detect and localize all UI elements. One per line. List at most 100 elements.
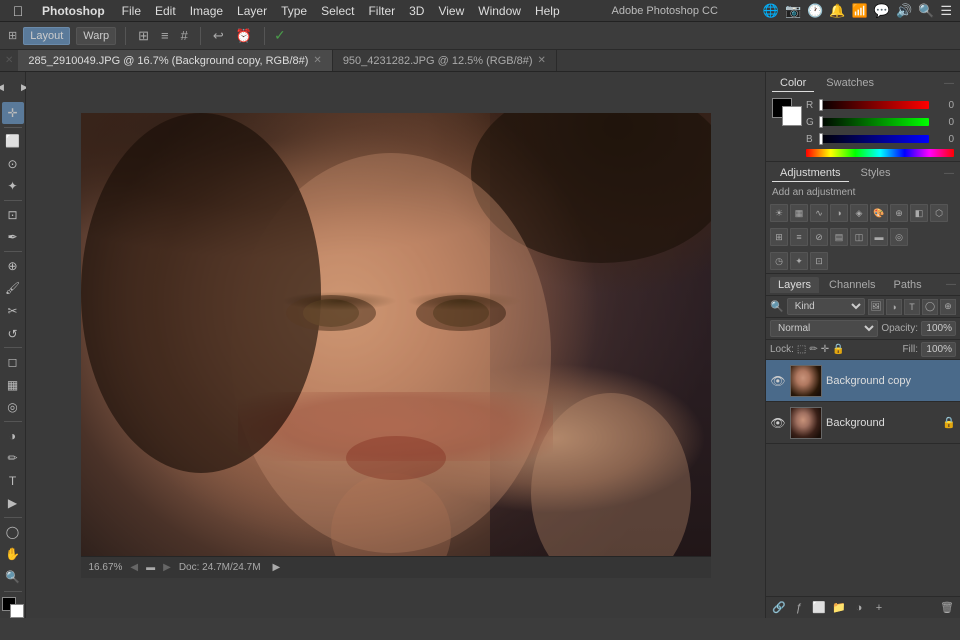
filter-type-btn[interactable]: T bbox=[904, 299, 920, 315]
search-icon[interactable]: 🔍 bbox=[918, 3, 934, 19]
channels-tab[interactable]: Channels bbox=[821, 277, 883, 293]
apple-icon[interactable]:  bbox=[0, 3, 36, 19]
lock-transparent-btn[interactable]: ⬚ bbox=[797, 344, 806, 355]
undo-icon[interactable]: ↩ bbox=[210, 28, 227, 44]
tool-toggle-arrow[interactable]: ◀ bbox=[0, 76, 12, 98]
tool-brush[interactable]: 🖌 bbox=[2, 278, 24, 300]
layer-visibility-2[interactable]: 👁 bbox=[770, 415, 786, 431]
paths-tab[interactable]: Paths bbox=[886, 277, 930, 293]
tab-2-close[interactable]: ✕ bbox=[538, 55, 546, 66]
channel-mixer-btn[interactable]: ⊞ bbox=[770, 228, 788, 246]
grid-icon[interactable]: ⊞ bbox=[135, 28, 152, 44]
menu-file[interactable]: File bbox=[115, 4, 148, 18]
vibrance-btn[interactable]: ◈ bbox=[850, 204, 868, 222]
tool-pen[interactable]: ✏ bbox=[2, 447, 24, 469]
tool-magic-wand[interactable]: ✦ bbox=[2, 176, 24, 198]
delete-layer-btn[interactable]: 🗑 bbox=[938, 599, 956, 617]
adj-panel-collapse[interactable]: — bbox=[944, 168, 954, 179]
menu-icon[interactable]: ☰ bbox=[940, 3, 952, 19]
tab-1[interactable]: 285_2910049.JPG @ 16.7% (Background copy… bbox=[18, 50, 332, 71]
green-value[interactable]: 0 bbox=[932, 117, 954, 128]
tool-zoom[interactable]: 🔍 bbox=[2, 566, 24, 588]
hsl-btn[interactable]: 🎨 bbox=[870, 204, 888, 222]
blend-mode-select[interactable]: Normal bbox=[770, 320, 878, 337]
tool-path-select[interactable]: ▶ bbox=[2, 492, 24, 514]
photo-filter-btn[interactable]: ⬡ bbox=[930, 204, 948, 222]
tool-eyedropper[interactable]: ✒ bbox=[2, 227, 24, 249]
nav-next[interactable]: ▶ bbox=[163, 562, 171, 573]
levels-btn[interactable]: ▦ bbox=[790, 204, 808, 222]
blue-value[interactable]: 0 bbox=[932, 134, 954, 145]
background-color[interactable] bbox=[10, 604, 24, 618]
confirm-icon[interactable]: ✓ bbox=[274, 27, 286, 44]
lock-position-btn[interactable]: ✛ bbox=[821, 344, 829, 355]
hash-icon[interactable]: # bbox=[178, 28, 191, 43]
selective-color-btn[interactable]: ◎ bbox=[890, 228, 908, 246]
invert-btn[interactable]: ⊘ bbox=[810, 228, 828, 246]
tool-clone[interactable]: ✂ bbox=[2, 300, 24, 322]
menu-image[interactable]: Image bbox=[183, 4, 230, 18]
blue-slider[interactable] bbox=[819, 135, 929, 143]
layers-tab[interactable]: Layers bbox=[770, 277, 819, 293]
green-slider[interactable] bbox=[819, 118, 929, 126]
warp-button[interactable]: Warp bbox=[76, 27, 116, 45]
filter-shape-btn[interactable]: ◯ bbox=[922, 299, 938, 315]
new-layer-btn[interactable]: + bbox=[870, 599, 888, 617]
opacity-input[interactable] bbox=[921, 321, 956, 336]
gradient-map-btn[interactable]: ▬ bbox=[870, 228, 888, 246]
menu-filter[interactable]: Filter bbox=[361, 4, 402, 18]
filter-pixel-btn[interactable]: 🖼 bbox=[868, 299, 884, 315]
color-lookup-btn[interactable]: ≡ bbox=[790, 228, 808, 246]
link-layers-btn[interactable]: 🔗 bbox=[770, 599, 788, 617]
new-adjustment-btn[interactable]: ◑ bbox=[850, 599, 868, 617]
tool-healing[interactable]: ⊕ bbox=[2, 255, 24, 277]
tool-shape[interactable]: ◯ bbox=[2, 521, 24, 543]
threshold-btn[interactable]: ◫ bbox=[850, 228, 868, 246]
menu-layer[interactable]: Layer bbox=[230, 4, 274, 18]
fill-input[interactable] bbox=[921, 342, 956, 357]
red-value[interactable]: 0 bbox=[932, 100, 954, 111]
menu-help[interactable]: Help bbox=[528, 4, 567, 18]
layers-panel-collapse[interactable]: — bbox=[946, 279, 956, 290]
tab-2[interactable]: 950_4231282.JPG @ 12.5% (RGB/8#) ✕ bbox=[333, 50, 557, 71]
tool-eraser[interactable]: ◻ bbox=[2, 351, 24, 373]
nav-prev[interactable]: ◀ bbox=[130, 562, 138, 573]
canvas-image[interactable] bbox=[81, 113, 711, 578]
layout-button[interactable]: Layout bbox=[23, 27, 70, 45]
play-button[interactable]: ▶ bbox=[273, 562, 281, 573]
filter-type-select[interactable]: Kind bbox=[787, 298, 865, 315]
tool-dodge[interactable]: ◑ bbox=[2, 425, 24, 447]
tool-rect-select[interactable]: ⬜ bbox=[2, 131, 24, 153]
red-slider[interactable] bbox=[819, 101, 929, 109]
background-color-swatch[interactable] bbox=[782, 106, 802, 126]
posterize-btn[interactable]: ▤ bbox=[830, 228, 848, 246]
add-style-btn[interactable]: ƒ bbox=[790, 599, 808, 617]
lock-all-btn[interactable]: 🔒 bbox=[832, 344, 844, 355]
tool-blur[interactable]: ◎ bbox=[2, 396, 24, 418]
lock-image-btn[interactable]: ✏ bbox=[809, 344, 817, 355]
tool-crop[interactable]: ⊡ bbox=[2, 204, 24, 226]
exposure-btn[interactable]: ◑ bbox=[830, 204, 848, 222]
brightness-contrast-btn[interactable]: ☀ bbox=[770, 204, 788, 222]
tool-move[interactable]: ✛ bbox=[2, 102, 24, 124]
color-tab[interactable]: Color bbox=[772, 75, 814, 92]
spectrum-bar[interactable] bbox=[806, 149, 954, 157]
layer-visibility-1[interactable]: 👁 bbox=[770, 373, 786, 389]
filter-adj-btn[interactable]: ◑ bbox=[886, 299, 902, 315]
bw-btn[interactable]: ◧ bbox=[910, 204, 928, 222]
curves-btn[interactable]: ∿ bbox=[810, 204, 828, 222]
tool-lasso[interactable]: ⊙ bbox=[2, 153, 24, 175]
new-group-btn[interactable]: 📁 bbox=[830, 599, 848, 617]
menu-select[interactable]: Select bbox=[314, 4, 361, 18]
tool-text[interactable]: T bbox=[2, 470, 24, 492]
swatches-tab[interactable]: Swatches bbox=[818, 75, 882, 91]
list-icon[interactable]: ≡ bbox=[158, 28, 172, 43]
color-balance-btn[interactable]: ⊕ bbox=[890, 204, 908, 222]
adj-extra-2[interactable]: ✦ bbox=[790, 252, 808, 270]
clock2-icon[interactable]: ⏰ bbox=[233, 28, 255, 44]
layer-item-background[interactable]: 👁 Background 🔒 bbox=[766, 402, 960, 444]
tool-gradient[interactable]: ▦ bbox=[2, 374, 24, 396]
menu-window[interactable]: Window bbox=[471, 4, 528, 18]
menu-view[interactable]: View bbox=[431, 4, 471, 18]
menu-3d[interactable]: 3D bbox=[402, 4, 431, 18]
